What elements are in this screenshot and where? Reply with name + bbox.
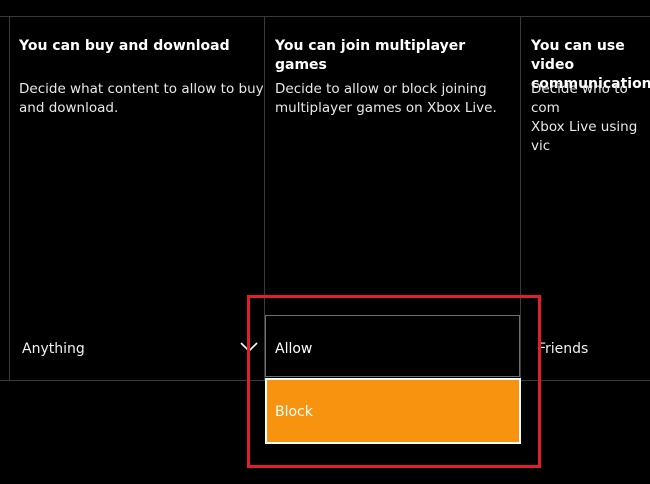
setting-description: Decide what content to allow to buy and …: [19, 81, 264, 116]
option-label: Allow: [275, 341, 313, 357]
dropdown-option-allow[interactable]: Allow: [265, 315, 520, 377]
column-divider: [9, 16, 10, 381]
setting-description: Decide who to com Xbox Live using vic: [531, 81, 638, 154]
option-label: Block: [275, 404, 313, 420]
setting-column-video-communications[interactable]: You can use video communications Decide …: [521, 16, 650, 380]
setting-title: You can buy and download: [19, 38, 230, 54]
setting-title: You can join multiplayer games: [275, 38, 466, 73]
privacy-settings-screen: You can buy and download Decide what con…: [0, 0, 650, 484]
column-divider: [520, 16, 521, 381]
setting-column-buy-download[interactable]: You can buy and download Decide what con…: [9, 16, 265, 380]
chevron-down-icon: [240, 342, 258, 353]
dropdown-option-block[interactable]: Block: [265, 378, 521, 444]
setting-value: Anything: [22, 341, 85, 357]
setting-value: Friends: [538, 341, 589, 357]
setting-description: Decide to allow or block joining multipl…: [275, 81, 497, 116]
